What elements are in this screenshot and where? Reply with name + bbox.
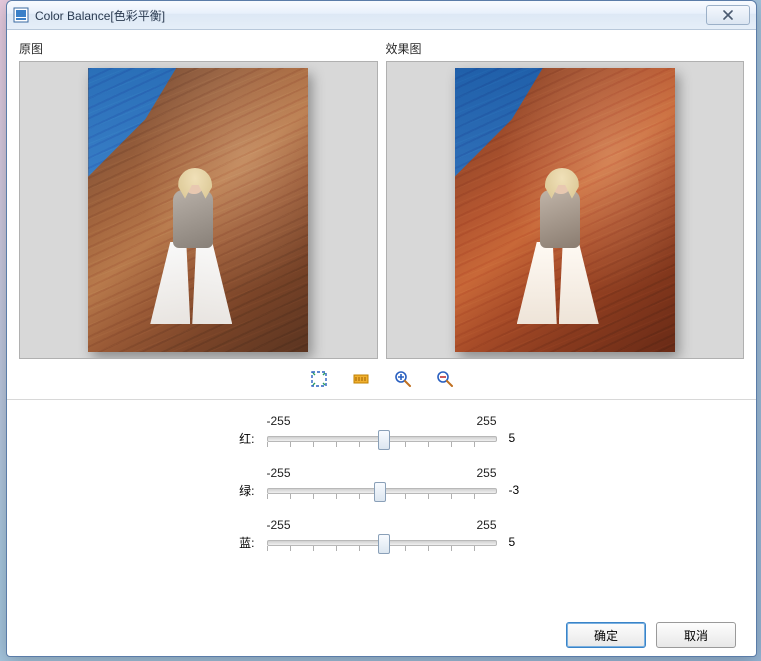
- original-preview[interactable]: [19, 61, 378, 359]
- red-value: 5: [503, 431, 553, 445]
- preview-row: 原图: [19, 40, 744, 359]
- zoom-out-button[interactable]: [435, 369, 455, 389]
- zoom-out-icon: [436, 370, 454, 388]
- effect-column: 效果图: [386, 40, 745, 359]
- blue-min-label: -255: [267, 518, 291, 532]
- sliders-panel: -255 255 红: 5 -255 255 绿: -: [19, 400, 744, 552]
- cancel-button-label: 取消: [684, 627, 708, 644]
- zoom-in-icon: [394, 370, 412, 388]
- blue-slider-thumb[interactable]: [378, 534, 390, 554]
- red-slider-thumb[interactable]: [378, 430, 390, 450]
- zoom-in-button[interactable]: [393, 369, 413, 389]
- green-slider-row: -255 255 绿: -3: [211, 466, 553, 500]
- green-slider-thumb[interactable]: [374, 482, 386, 502]
- ok-button[interactable]: 确定: [566, 622, 646, 648]
- red-channel-label: 红:: [239, 430, 260, 447]
- red-slider-row: -255 255 红: 5: [211, 414, 553, 448]
- effect-label: 效果图: [386, 40, 745, 57]
- blue-max-label: 255: [476, 518, 496, 532]
- app-icon: [13, 7, 29, 23]
- blue-channel-label: 蓝:: [239, 534, 260, 551]
- titlebar[interactable]: Color Balance[色彩平衡]: [7, 1, 756, 30]
- fit-window-button[interactable]: [309, 369, 329, 389]
- green-slider[interactable]: [267, 480, 497, 500]
- ok-button-label: 确定: [594, 627, 618, 644]
- zoom-toolbar: [19, 359, 744, 395]
- original-image: [88, 68, 308, 352]
- red-max-label: 255: [476, 414, 496, 428]
- green-channel-label: 绿:: [239, 482, 260, 499]
- blue-value: 5: [503, 535, 553, 549]
- red-min-label: -255: [267, 414, 291, 428]
- original-label: 原图: [19, 40, 378, 57]
- close-button[interactable]: [706, 5, 750, 25]
- window-title: Color Balance[色彩平衡]: [35, 7, 706, 24]
- blue-slider[interactable]: [267, 532, 497, 552]
- dialog-window: Color Balance[色彩平衡] 原图: [6, 0, 757, 657]
- button-bar: 确定 取消: [19, 612, 744, 648]
- green-min-label: -255: [267, 466, 291, 480]
- effect-preview[interactable]: [386, 61, 745, 359]
- green-value: -3: [503, 483, 553, 497]
- actual-size-button[interactable]: [351, 369, 371, 389]
- cancel-button[interactable]: 取消: [656, 622, 736, 648]
- fit-window-icon: [310, 370, 328, 388]
- original-column: 原图: [19, 40, 378, 359]
- red-slider[interactable]: [267, 428, 497, 448]
- blue-slider-row: -255 255 蓝: 5: [211, 518, 553, 552]
- effect-image: [455, 68, 675, 352]
- dialog-content: 原图: [7, 30, 756, 656]
- actual-size-icon: [352, 370, 370, 388]
- green-max-label: 255: [476, 466, 496, 480]
